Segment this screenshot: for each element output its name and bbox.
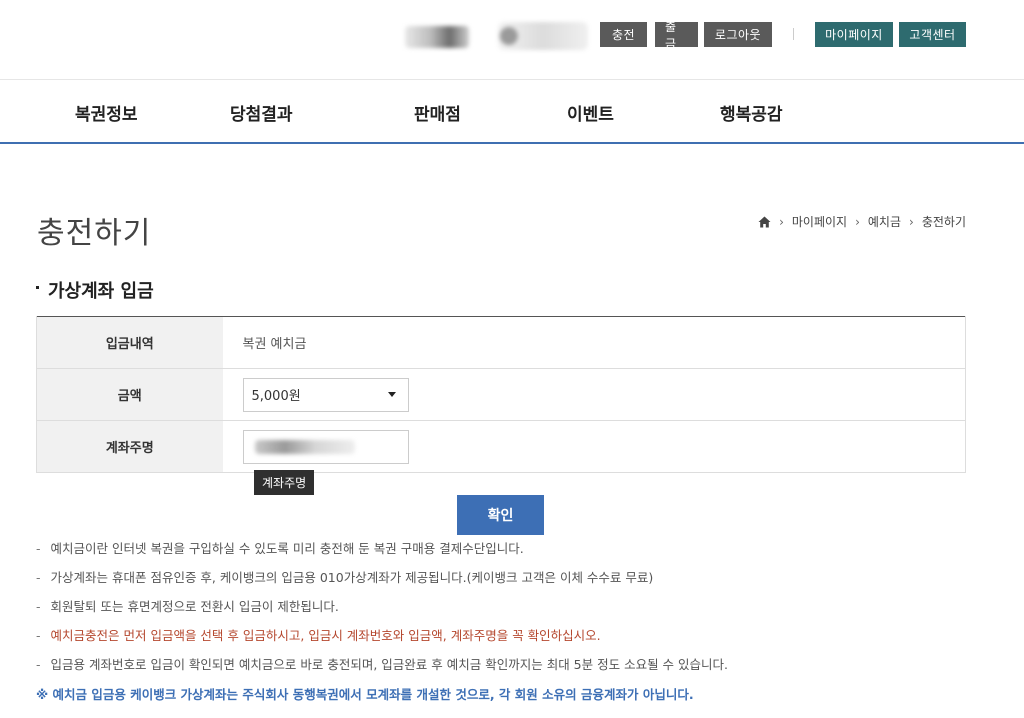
dash-icon: - [36, 628, 41, 643]
amount-label: 금액 [36, 368, 223, 421]
note-text: 입금용 계좌번호로 입금이 확인되면 예치금으로 바로 충전되며, 입금완료 후… [50, 657, 728, 672]
list-item: - 예치금충전은 먼저 입금액을 선택 후 입금하시고, 입금시 계좌번호와 입금… [36, 627, 728, 656]
breadcrumb-deposit[interactable]: 예치금 [868, 213, 901, 230]
mypage-button[interactable]: 마이페이지 [815, 22, 893, 47]
list-item: - 입금용 계좌번호로 입금이 확인되면 예치금으로 바로 충전되며, 입금완료 … [36, 656, 728, 685]
dash-icon: - [36, 599, 41, 614]
list-item: - 예치금이란 인터넷 복권을 구입하실 수 있도록 미리 충전해 둔 복권 구매… [36, 540, 728, 569]
chevron-right-icon: › [855, 214, 860, 229]
support-button[interactable]: 고객센터 [899, 22, 966, 47]
info-notes: - 예치금이란 인터넷 복권을 구입하실 수 있도록 미리 충전해 둔 복권 구매… [36, 540, 728, 685]
note-text-warning: 예치금충전은 먼저 입금액을 선택 후 입금하시고, 입금시 계좌번호와 입금액… [50, 628, 601, 643]
table-row: 입금내역 복권 예치금 [36, 316, 966, 369]
account-name-label: 계좌주명 [36, 420, 223, 473]
nav-item-stores[interactable]: 판매점 [414, 100, 461, 125]
table-row: 금액 5,000원 [36, 368, 966, 421]
list-item: - 가상계좌는 휴대폰 점유인증 후, 케이뱅크의 입금용 010가상계좌가 제공… [36, 569, 728, 598]
deposit-type-label: 입금내역 [36, 316, 223, 369]
nav-item-results[interactable]: 당첨결과 [230, 100, 293, 125]
note-text: 예치금이란 인터넷 복권을 구입하실 수 있도록 미리 충전해 둔 복권 구매용… [50, 541, 524, 556]
main-nav: 복권정보 당첨결과 판매점 이벤트 행복공감 [0, 80, 1024, 144]
amount-cell: 5,000원 [222, 368, 966, 421]
breadcrumb: › 마이페이지 › 예치금 › 충전하기 [758, 213, 966, 230]
account-name-tooltip: 계좌주명 [254, 470, 315, 495]
chevron-right-icon: › [909, 214, 914, 229]
breadcrumb-mypage[interactable]: 마이페이지 [792, 213, 847, 230]
note-text: 가상계좌는 휴대폰 점유인증 후, 케이뱅크의 입금용 010가상계좌가 제공됩… [50, 570, 654, 585]
table-row: 계좌주명 [36, 420, 966, 473]
bullet-icon [36, 285, 39, 289]
logout-button[interactable]: 로그아웃 [704, 22, 772, 47]
header-divider [793, 28, 794, 40]
user-balance-blurred [498, 22, 588, 50]
dash-icon: - [36, 541, 41, 556]
page-title: 충전하기 [37, 216, 152, 251]
breadcrumb-charge: 충전하기 [921, 215, 966, 229]
amount-select[interactable]: 5,000원 [242, 377, 409, 412]
amount-select-value: 5,000원 [251, 389, 301, 404]
user-name-blurred [405, 26, 469, 48]
caret-down-icon [387, 392, 396, 397]
nav-item-events[interactable]: 이벤트 [567, 100, 614, 125]
deposit-form-table: 입금내역 복권 예치금 금액 5,000원 계좌주명 [36, 316, 966, 473]
virtual-account-notice: ※ 예치금 입금용 케이뱅크 가상계좌는 주식회사 동행복권에서 모계좌를 개설… [36, 687, 694, 702]
nav-item-lottery-info[interactable]: 복권정보 [75, 100, 138, 125]
confirm-button[interactable]: 확인 [457, 495, 544, 535]
top-bar: 충전 출금 로그아웃 마이페이지 고객센터 [0, 0, 1024, 80]
chevron-right-icon: › [779, 214, 784, 229]
dash-icon: - [36, 657, 41, 672]
section-title-text: 가상계좌 입금 [48, 281, 154, 302]
deposit-type-value: 복권 예치금 [222, 316, 966, 369]
withdraw-button[interactable]: 출금 [655, 20, 698, 51]
list-item: - 회원탈퇴 또는 휴면계정으로 전환시 입금이 제한됩니다. [36, 598, 728, 627]
nav-item-happiness[interactable]: 행복공감 [720, 100, 783, 125]
section-title: 가상계좌 입금 [36, 277, 154, 303]
charge-button[interactable]: 충전 [600, 22, 647, 47]
home-icon[interactable] [758, 216, 771, 228]
note-text: 회원탈퇴 또는 휴면계정으로 전환시 입금이 제한됩니다. [50, 599, 339, 614]
account-name-blurred [255, 440, 355, 454]
dash-icon: - [36, 570, 41, 585]
